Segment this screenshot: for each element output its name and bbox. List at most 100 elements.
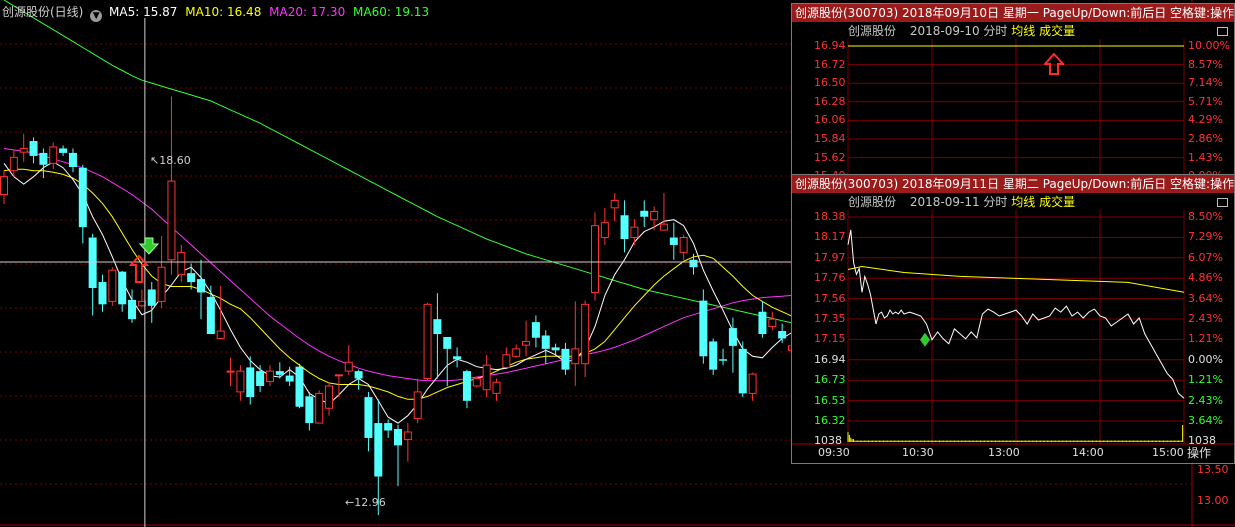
candle[interactable]: [423, 302, 432, 381]
candle[interactable]: [699, 289, 708, 364]
candle[interactable]: [403, 423, 412, 462]
intraday-popup-0910[interactable]: 创源股份(300703) 2018年09月10日 星期一 PageUp/Down…: [791, 3, 1235, 182]
time-axis-label: 09:30: [818, 446, 850, 459]
candle[interactable]: [157, 236, 166, 309]
candle[interactable]: [167, 96, 176, 275]
candle[interactable]: [669, 222, 678, 260]
candle[interactable]: [325, 382, 334, 416]
candle[interactable]: [462, 369, 471, 409]
candle[interactable]: [748, 372, 757, 401]
candle[interactable]: [384, 419, 393, 438]
candle-body: [0, 176, 8, 195]
candle[interactable]: [522, 320, 531, 357]
candle[interactable]: [216, 285, 225, 339]
left-axis-label: 17.35: [814, 312, 846, 325]
candle[interactable]: [394, 424, 402, 487]
popup-title-bar[interactable]: 创源股份(300703) 2018年09月10日 星期一 PageUp/Down…: [792, 4, 1234, 22]
candle[interactable]: [581, 300, 590, 378]
candle[interactable]: [630, 218, 639, 245]
candle[interactable]: [334, 374, 343, 398]
candle[interactable]: [482, 354, 491, 398]
candle[interactable]: [197, 259, 205, 320]
candle[interactable]: [610, 192, 619, 222]
candle[interactable]: [78, 164, 87, 244]
candle[interactable]: [177, 244, 186, 283]
candle[interactable]: [98, 274, 107, 312]
low-arrow-icon: ←: [345, 496, 355, 509]
candle-body: [531, 322, 540, 338]
candle[interactable]: [29, 137, 38, 164]
sub-volume[interactable]: 成交量: [1039, 195, 1075, 209]
right-axis-label: 8.57%: [1188, 57, 1223, 71]
candle[interactable]: [285, 366, 294, 386]
candle[interactable]: [591, 212, 599, 301]
left-axis-label: 18.17: [814, 230, 846, 244]
candle-body: [620, 215, 629, 240]
candle[interactable]: [738, 341, 747, 398]
left-axis-label: 17.76: [814, 271, 846, 285]
candle[interactable]: [551, 343, 560, 357]
candle[interactable]: [315, 390, 324, 424]
time-axis-label: 10:30: [902, 446, 934, 459]
candle[interactable]: [492, 378, 501, 401]
candle[interactable]: [344, 345, 353, 375]
candle[interactable]: [719, 348, 728, 366]
candle[interactable]: [49, 142, 58, 170]
candle[interactable]: [305, 391, 314, 431]
candle[interactable]: [265, 365, 274, 386]
candle[interactable]: [295, 363, 304, 409]
window-toggle-icon[interactable]: [1217, 198, 1228, 207]
candle[interactable]: [768, 311, 777, 331]
candle[interactable]: [59, 145, 68, 156]
candle[interactable]: [620, 200, 629, 253]
left-axis-label: 16.72: [814, 57, 846, 71]
candle[interactable]: [541, 330, 550, 364]
candle[interactable]: [778, 323, 787, 343]
candle[interactable]: [561, 342, 570, 375]
time-axis-label: 13:00: [988, 446, 1020, 459]
candle[interactable]: [413, 378, 422, 424]
candles: [0, 96, 796, 516]
intraday-popup-0911[interactable]: 创源股份(300703) 2018年09月11日 星期二 PageUp/Down…: [791, 174, 1235, 464]
candle[interactable]: [108, 267, 117, 306]
candle[interactable]: [187, 263, 196, 290]
candle[interactable]: [502, 347, 511, 368]
candle[interactable]: [600, 207, 609, 245]
candle[interactable]: [226, 357, 235, 386]
left-axis-label: 17.97: [814, 250, 846, 264]
candle[interactable]: [571, 301, 580, 386]
candle[interactable]: [19, 133, 28, 162]
candle[interactable]: [256, 365, 265, 392]
candle[interactable]: [512, 344, 521, 358]
candle[interactable]: [118, 270, 127, 312]
candle[interactable]: [137, 289, 146, 308]
candle[interactable]: [147, 282, 156, 323]
candle[interactable]: [236, 365, 245, 401]
sub-volume[interactable]: 成交量: [1039, 24, 1075, 38]
candle[interactable]: [453, 347, 462, 368]
candle[interactable]: [640, 200, 649, 228]
candle[interactable]: [39, 148, 48, 179]
candle[interactable]: [709, 338, 718, 375]
candle[interactable]: [88, 233, 97, 316]
sub-avg-line[interactable]: 均线: [1011, 24, 1035, 38]
candle[interactable]: [650, 206, 659, 231]
sub-avg-line[interactable]: 均线: [1011, 195, 1035, 209]
candle[interactable]: [364, 391, 373, 452]
candle[interactable]: [758, 301, 767, 338]
action-button[interactable]: 操作: [1187, 445, 1211, 461]
candle[interactable]: [275, 362, 284, 379]
candle[interactable]: [659, 192, 668, 231]
main-right-axis-label: 13.00: [1197, 494, 1229, 507]
candle[interactable]: [531, 315, 540, 348]
popup-title-bar[interactable]: 创源股份(300703) 2018年09月11日 星期二 PageUp/Down…: [792, 175, 1234, 193]
candle-body: [472, 378, 481, 387]
candle[interactable]: [689, 253, 698, 275]
candle[interactable]: [68, 148, 77, 173]
candle-body: [177, 251, 186, 276]
candle[interactable]: [679, 234, 688, 260]
candle[interactable]: [443, 336, 452, 386]
candle[interactable]: [433, 293, 442, 379]
window-toggle-icon[interactable]: [1217, 27, 1228, 36]
candle-body: [581, 303, 590, 365]
